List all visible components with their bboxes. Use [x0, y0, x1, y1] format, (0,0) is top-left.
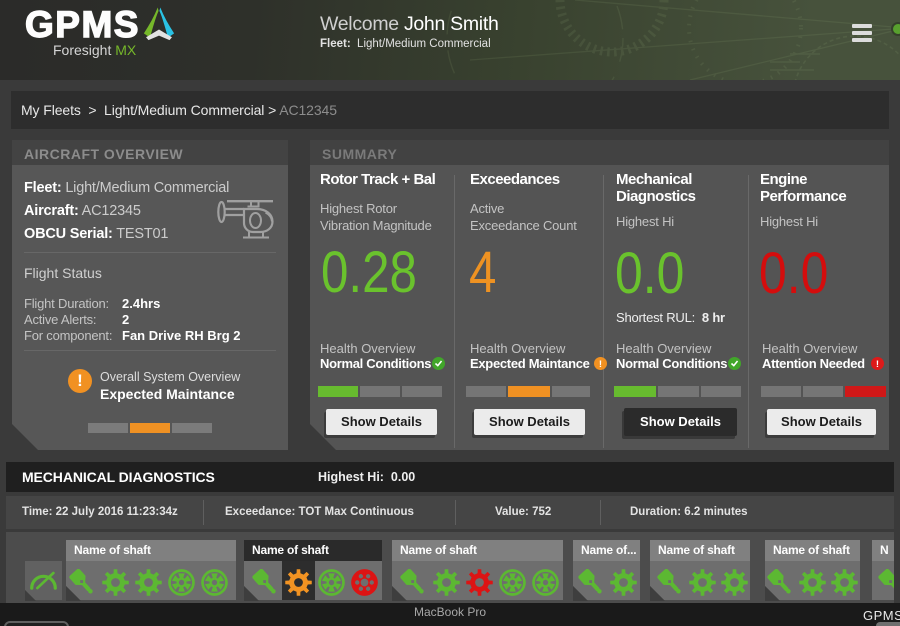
svg-text:!: !: [876, 359, 879, 370]
svg-text:!: !: [599, 359, 602, 370]
